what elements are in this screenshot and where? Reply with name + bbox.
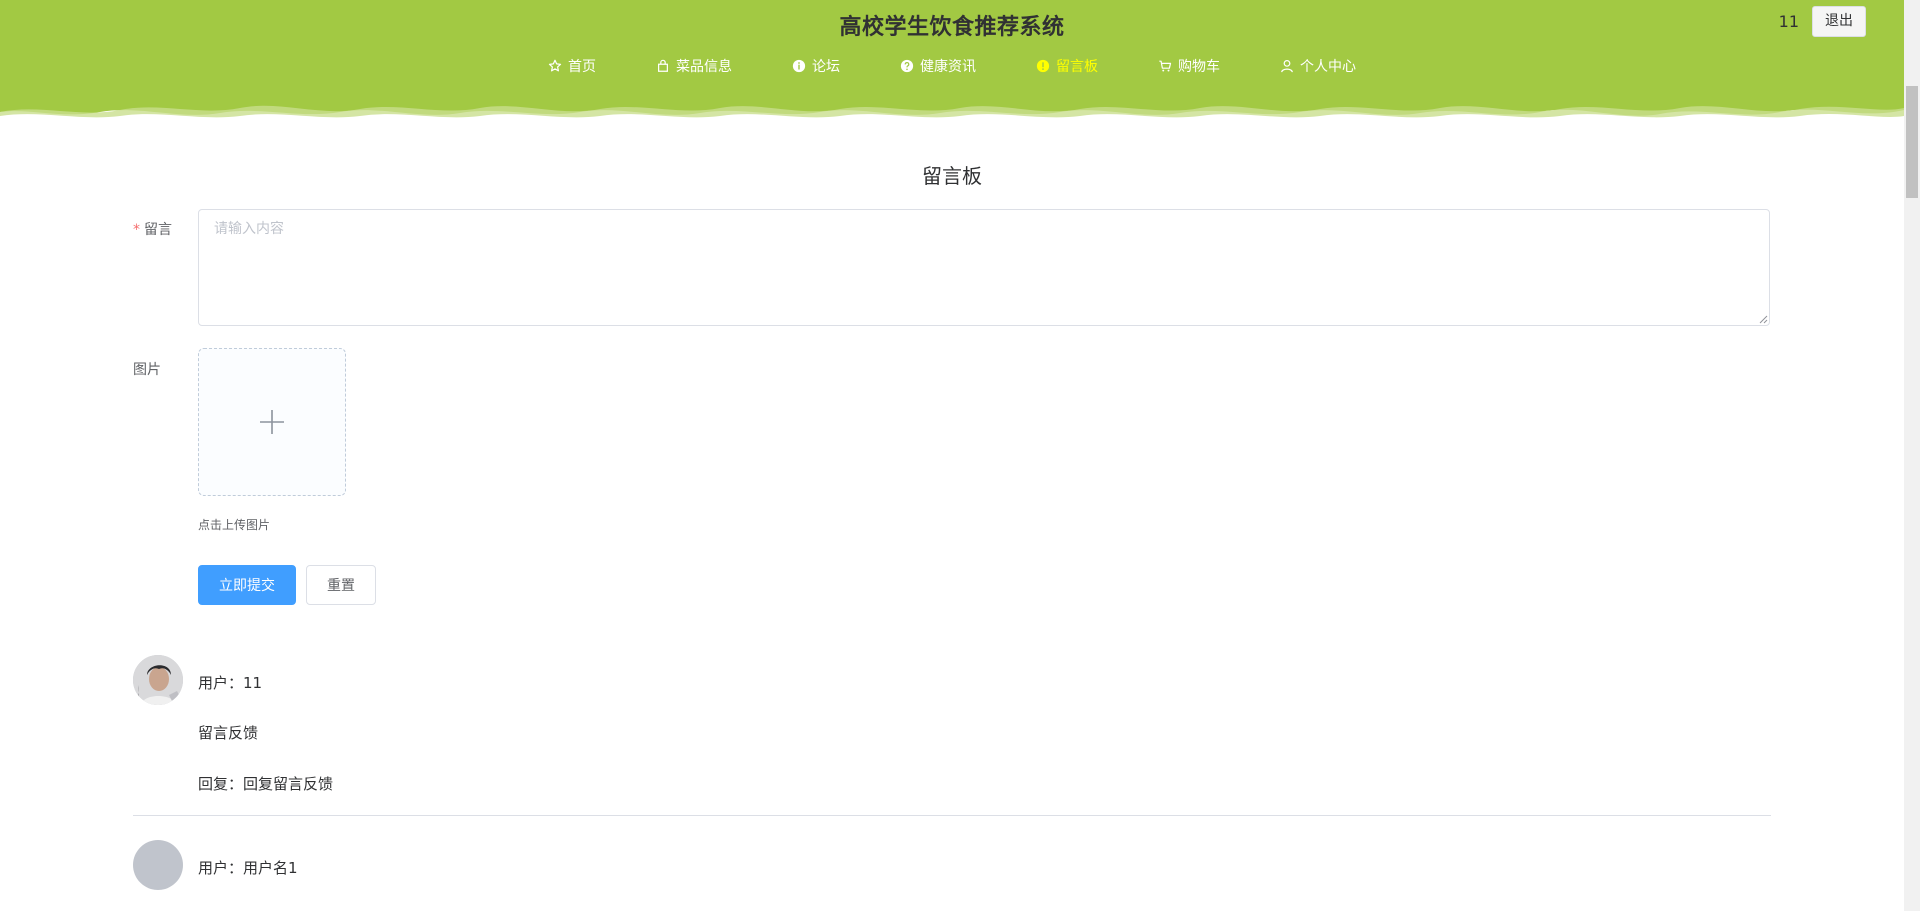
message-item: 用户：用户名1 [133,840,1771,911]
site-title: 高校学生饮食推荐系统 [839,15,1065,40]
current-username: 11 [1778,12,1799,31]
plus-icon [260,410,284,434]
cart-icon [1158,59,1172,73]
question-icon [900,59,914,73]
nav-item-label: 健康资讯 [920,59,976,75]
nav-item-health-news[interactable]: 健康资讯 [900,56,976,76]
message-item: 用户：11 留言反馈 回复：回复留言反馈 [133,655,1771,805]
message-label-text: 留言 [144,222,172,238]
upload-tip: 点击上传图片 [198,518,271,532]
star-icon [548,59,562,73]
submit-button[interactable]: 立即提交 [198,565,296,605]
nav-item-label: 论坛 [812,59,840,75]
message-textarea[interactable] [198,209,1770,326]
page-scrollbar[interactable] [1904,0,1920,911]
scrollbar-thumb[interactable] [1906,86,1918,198]
message-user: 用户：用户名1 [198,859,298,877]
page: 高校学生饮食推荐系统 11 退出 首页 菜品信息 论坛 健康资讯 留言板 购物车… [0,0,1920,911]
header: 高校学生饮食推荐系统 11 退出 首页 菜品信息 论坛 健康资讯 留言板 购物车… [0,0,1904,122]
reset-button[interactable]: 重置 [306,565,376,605]
message-user: 用户：11 [198,674,263,692]
user-icon [1280,59,1294,73]
nav-item-label: 购物车 [1178,59,1220,75]
page-title: 留言板 [922,164,982,188]
shop-icon [656,59,670,73]
message-field-label: * 留言 [133,219,172,239]
nav-item-label: 菜品信息 [676,59,732,75]
user-area: 11 退出 [1779,6,1866,37]
nav-item-profile[interactable]: 个人中心 [1280,56,1356,76]
logout-button[interactable]: 退出 [1812,6,1866,37]
nav-item-dishes[interactable]: 菜品信息 [656,56,732,76]
info-icon [792,59,806,73]
nav-item-message-board[interactable]: 留言板 [1036,56,1098,76]
warning-icon [1036,59,1050,73]
avatar [133,840,183,890]
message-content: 留言反馈 [198,724,259,742]
nav-item-label: 留言板 [1056,59,1098,75]
nav-item-label: 个人中心 [1300,59,1356,75]
required-asterisk: * [133,222,140,238]
user-photo [133,655,183,705]
nav-item-cart[interactable]: 购物车 [1158,56,1220,76]
message-reply: 回复：回复留言反馈 [198,775,334,793]
main-nav: 首页 菜品信息 论坛 健康资讯 留言板 购物车 个人中心 [0,56,1904,76]
nav-item-forum[interactable]: 论坛 [792,56,840,76]
resize-grip-icon[interactable] [1759,315,1768,324]
image-field-label: 图片 [133,362,161,378]
avatar [133,655,183,705]
message-divider [133,815,1771,816]
nav-item-home[interactable]: 首页 [548,56,596,76]
image-uploader[interactable] [198,348,346,496]
nav-item-label: 首页 [568,59,596,75]
